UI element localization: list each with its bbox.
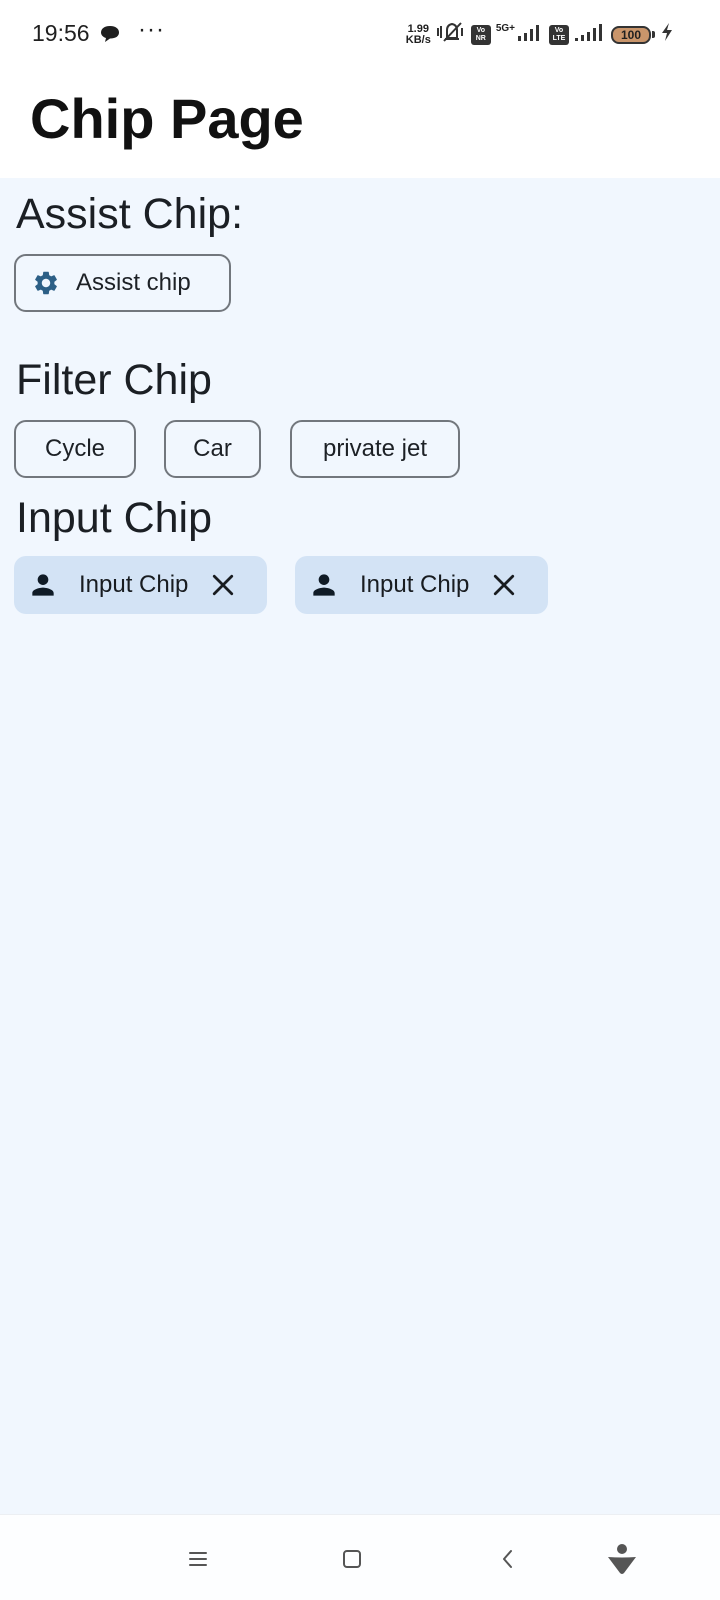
close-icon[interactable]: [489, 570, 519, 600]
input-chip[interactable]: Input Chip: [14, 556, 267, 614]
network-speed-unit: KB/s: [405, 33, 431, 46]
battery-level: 100: [620, 27, 642, 42]
battery-tip: [652, 31, 655, 38]
signal-strength-icon: [516, 22, 544, 47]
battery-icon: 100: [611, 25, 651, 44]
filter-chip-private-jet[interactable]: private jet: [290, 420, 460, 478]
network-speed: 1.99 KB/s: [405, 22, 431, 46]
system-navigation-bar: [0, 1514, 720, 1600]
input-chip-label: Input Chip: [360, 571, 470, 598]
input-chip-label: Input Chip: [79, 571, 189, 598]
close-icon[interactable]: [208, 570, 238, 600]
input-chip[interactable]: Input Chip: [295, 556, 548, 614]
filter-chip-car[interactable]: Car: [164, 420, 261, 478]
network-speed-value: 1.99: [407, 22, 429, 35]
person-icon: [27, 569, 59, 601]
chip-content-area: Assist Chip: Assist chip Filter Chip Cyc…: [0, 178, 720, 1514]
status-icons: 1.99 KB/s Vo NR 5G+ Vo LTE 100: [406, 20, 674, 49]
gear-icon: [32, 269, 60, 297]
status-bar: 19:56 ··· 1.99 KB/s Vo NR 5G+ Vo LTE 100: [0, 0, 720, 70]
vibrate-icon: [436, 20, 466, 49]
menu-icon[interactable]: [180, 1541, 216, 1577]
filter-chip-label: private jet: [322, 435, 428, 462]
volte-nr-badge: Vo NR: [470, 24, 491, 45]
filter-chip-cycle[interactable]: Cycle: [14, 420, 136, 478]
back-icon[interactable]: [490, 1541, 526, 1577]
assist-chip-label: Assist chip: [76, 269, 191, 296]
input-chip-heading: Input Chip: [16, 494, 213, 542]
filter-chip-label: Car: [193, 435, 232, 462]
signal-strength-icon-2: [574, 22, 606, 47]
app-bar: Chip Page: [0, 70, 720, 178]
more-notifications-icon: ···: [138, 16, 165, 43]
page-title: Chip Page: [30, 87, 304, 150]
sim1-top: Vo: [476, 26, 486, 34]
sim1-bottom: NR: [475, 34, 486, 42]
sim2-top: Vo: [554, 26, 564, 34]
filter-chip-heading: Filter Chip: [16, 356, 212, 404]
network-generation: 5G+: [495, 23, 515, 34]
assistant-icon[interactable]: [604, 1541, 640, 1577]
volte-lte-badge: Vo LTE: [549, 24, 569, 45]
assist-chip[interactable]: Assist chip: [14, 254, 231, 312]
filter-chip-label: Cycle: [44, 435, 105, 462]
person-icon: [308, 569, 340, 601]
assist-chip-heading: Assist Chip:: [16, 190, 244, 238]
charging-icon: [660, 22, 674, 47]
message-notification-icon: [99, 24, 121, 49]
status-time: 19:56: [32, 20, 90, 46]
sim2-bottom: LTE: [552, 34, 566, 42]
home-icon[interactable]: [334, 1541, 370, 1577]
